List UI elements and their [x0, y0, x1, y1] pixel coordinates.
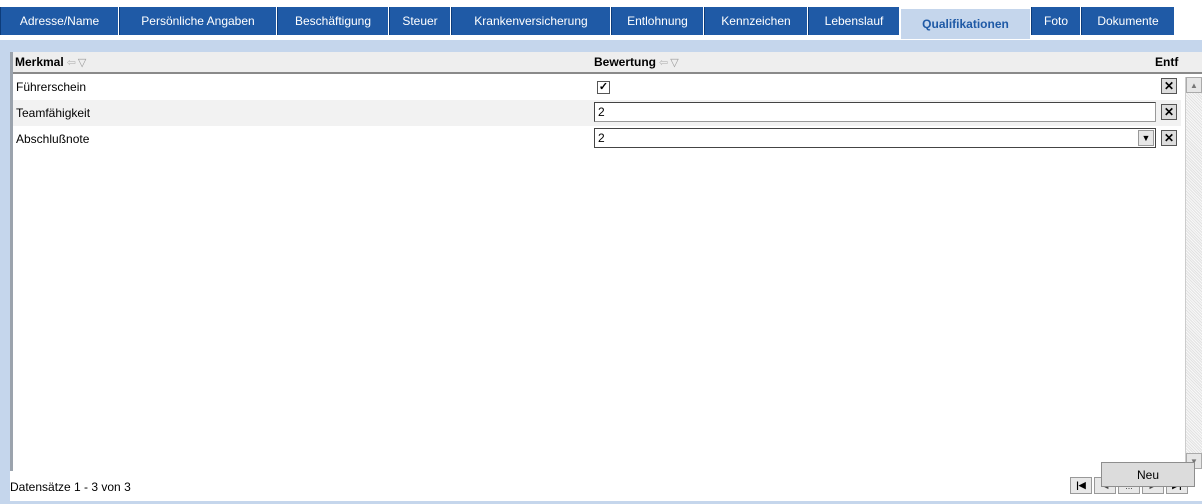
tab-bar: Adresse/Name Persönliche Angaben Beschäf…	[0, 0, 1202, 40]
row-label: Teamfähigkeit	[16, 106, 91, 120]
row-label: Abschlußnote	[16, 132, 90, 146]
column-header-merkmal[interactable]: Merkmal ⇦ ▽	[15, 52, 86, 72]
sort-arrows-icon[interactable]: ⇦	[67, 56, 76, 69]
grid-header: Merkmal ⇦ ▽ Bewertung ⇦ ▽ Entf	[13, 52, 1202, 74]
select-value: 2	[598, 131, 605, 145]
tab-foto[interactable]: Foto	[1031, 7, 1081, 35]
table-row: Teamfähigkeit 2 ✕	[13, 100, 1181, 126]
filter-funnel-icon[interactable]: ▽	[78, 56, 86, 69]
fuehrerschein-checkbox[interactable]: ✓	[597, 81, 610, 94]
tab-lebenslauf[interactable]: Lebenslauf	[808, 7, 900, 35]
tab-steuer[interactable]: Steuer	[389, 7, 451, 35]
table-row: Führerschein ✓ ✕	[13, 74, 1181, 100]
delete-row-button[interactable]: ✕	[1161, 78, 1177, 94]
tab-label: Lebenslauf	[824, 14, 884, 28]
tab-label: Qualifikationen	[922, 17, 1009, 31]
tab-label: Foto	[1043, 14, 1068, 28]
vertical-scrollbar[interactable]: ▲ ▼	[1185, 77, 1202, 469]
dropdown-arrow-icon[interactable]: ▼	[1138, 130, 1154, 146]
grid-footer: Datensätze 1 - 3 von 3 |◀ ◀ ... ▶ ▶|	[10, 471, 1202, 501]
input-value: 2	[598, 105, 605, 119]
qualifikationen-grid: Merkmal ⇦ ▽ Bewertung ⇦ ▽ Entf Führersch…	[10, 52, 1202, 471]
pager-first-button[interactable]: |◀	[1070, 477, 1092, 494]
tab-krankenversicherung[interactable]: Krankenversicherung	[451, 7, 611, 35]
table-row: Abschlußnote 2 ▼ ✕	[13, 126, 1181, 152]
record-count-status: Datensätze 1 - 3 von 3	[10, 480, 131, 494]
sort-arrows-icon[interactable]: ⇦	[659, 56, 668, 69]
delete-x-icon: ✕	[1163, 105, 1175, 119]
scroll-up-arrow-icon[interactable]: ▲	[1186, 77, 1202, 93]
new-button[interactable]: Neu	[1101, 462, 1195, 487]
tab-label: Kennzeichen	[721, 14, 791, 28]
tab-label: Krankenversicherung	[474, 14, 588, 28]
qualifikationen-panel: Merkmal ⇦ ▽ Bewertung ⇦ ▽ Entf Führersch…	[0, 40, 1202, 504]
column-header-entf[interactable]: Entf	[1155, 52, 1183, 72]
tab-entlohnung[interactable]: Entlohnung	[611, 7, 704, 35]
tab-label: Adresse/Name	[19, 14, 100, 28]
tab-dokumente[interactable]: Dokumente	[1081, 7, 1175, 35]
tab-label: Beschäftigung	[294, 14, 372, 28]
tab-beschaeftigung[interactable]: Beschäftigung	[277, 7, 389, 35]
delete-row-button[interactable]: ✕	[1161, 130, 1177, 146]
tab-persoenliche-angaben[interactable]: Persönliche Angaben	[119, 7, 277, 35]
tab-label: Steuer	[402, 14, 438, 28]
new-button-label: Neu	[1136, 467, 1159, 482]
delete-row-button[interactable]: ✕	[1161, 104, 1177, 120]
tab-label: Entlohnung	[627, 14, 688, 28]
column-label: Entf	[1155, 55, 1179, 69]
column-label: Bewertung	[594, 55, 657, 69]
tab-label: Persönliche Angaben	[141, 14, 255, 28]
filter-funnel-icon[interactable]: ▽	[670, 56, 678, 69]
column-header-bewertung[interactable]: Bewertung ⇦ ▽	[594, 52, 679, 72]
column-label: Merkmal	[15, 55, 64, 69]
tab-adresse-name[interactable]: Adresse/Name	[0, 7, 119, 35]
delete-x-icon: ✕	[1163, 131, 1175, 145]
check-mark-icon: ✓	[598, 81, 609, 93]
tab-label: Dokumente	[1097, 14, 1159, 28]
first-page-icon: |◀	[1076, 480, 1086, 490]
abschlussnote-select[interactable]: 2 ▼	[594, 128, 1156, 148]
tab-qualifikationen[interactable]: Qualifikationen	[901, 9, 1030, 39]
tab-kennzeichen[interactable]: Kennzeichen	[704, 7, 808, 35]
teamfaehigkeit-input[interactable]: 2	[594, 102, 1156, 122]
delete-x-icon: ✕	[1163, 79, 1175, 93]
row-label: Führerschein	[16, 80, 87, 94]
